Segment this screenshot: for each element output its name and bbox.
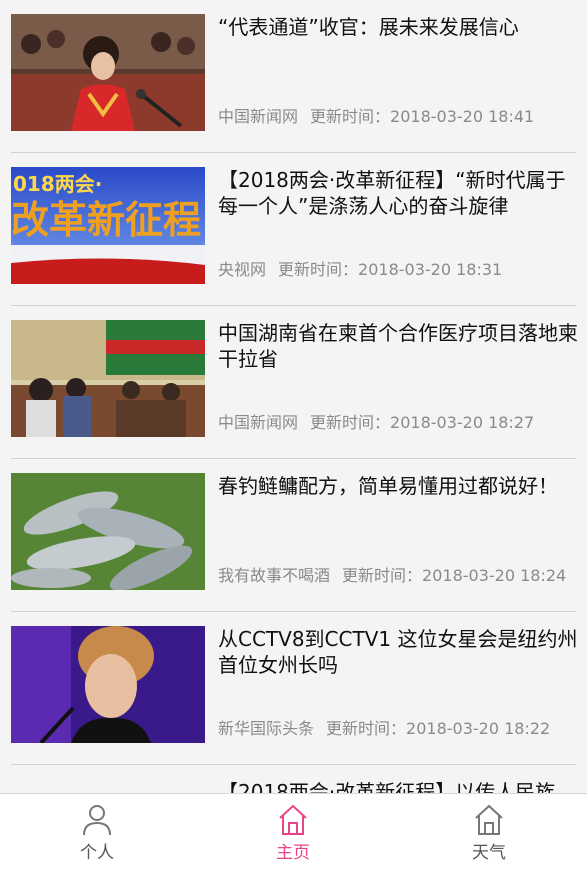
news-title[interactable]: 【2018两会·改革新征程】以传人民族 [218, 779, 578, 793]
news-meta: 我有故事不喝酒 更新时间：2018-03-20 18:24 [218, 565, 566, 587]
news-thumbnail [11, 473, 205, 590]
news-source: 央视网 [218, 260, 267, 279]
news-title[interactable]: 从CCTV8到CCTV1 这位女星会是纽约州首位女州长吗 [218, 626, 578, 678]
news-meta: 央视网 更新时间：2018-03-20 18:31 [218, 259, 502, 281]
news-item[interactable]: 从CCTV8到CCTV1 这位女星会是纽约州首位女州长吗 新华国际头条 更新时间：… [11, 612, 578, 765]
update-label: 更新时间： [342, 566, 423, 585]
tab-label: 主页 [276, 843, 310, 863]
bottom-tab-bar: 个人 主页 天气 [0, 793, 587, 871]
update-label: 更新时间： [326, 719, 407, 738]
news-item[interactable]: 【2018两会·改革新征程】以传人民族 [11, 765, 576, 793]
news-title[interactable]: 【2018两会·改革新征程】“新时代属于每一个人”是涤荡人心的奋斗旋律 [218, 167, 578, 219]
update-label: 更新时间： [278, 260, 359, 279]
news-item[interactable]: 中国湖南省在柬首个合作医疗项目落地柬干拉省 中国新闻网 更新时间：2018-03-… [11, 306, 578, 459]
thumb-text-top: 018两会· [13, 172, 102, 196]
update-label: 更新时间： [310, 107, 391, 126]
news-meta: 中国新闻网 更新时间：2018-03-20 18:27 [218, 412, 534, 434]
news-source: 中国新闻网 [218, 413, 299, 432]
news-thumbnail: 018两会· 改革新征程 [11, 167, 205, 284]
news-meta: 新华国际头条 更新时间：2018-03-20 18:22 [218, 718, 550, 740]
tab-personal[interactable]: 个人 [57, 804, 137, 863]
news-title[interactable]: 春钓鲢鳙配方，简单易懂用过都说好！ [218, 473, 578, 499]
news-item[interactable]: 018两会· 改革新征程 【2018两会·改革新征程】“新时代属于每一个人”是涤… [11, 153, 576, 306]
tab-label: 天气 [472, 843, 506, 863]
news-thumbnail [11, 626, 205, 743]
home-icon [279, 804, 307, 835]
news-thumbnail [11, 14, 205, 131]
update-time: 2018-03-20 18:31 [358, 260, 503, 279]
news-thumbnail [11, 779, 205, 793]
update-time: 2018-03-20 18:22 [406, 719, 551, 738]
news-item[interactable]: 春钓鲢鳙配方，简单易懂用过都说好！ 我有故事不喝酒 更新时间：2018-03-20… [11, 459, 576, 612]
tab-home[interactable]: 主页 [253, 804, 333, 863]
news-feed: “代表通道”收官：展未来发展信心 中国新闻网 更新时间：2018-03-20 18… [0, 0, 587, 793]
news-thumbnail [11, 320, 205, 437]
tab-weather[interactable]: 天气 [449, 804, 529, 863]
news-meta: 中国新闻网 更新时间：2018-03-20 18:41 [218, 106, 534, 128]
person-icon [83, 805, 111, 836]
news-source: 新华国际头条 [218, 719, 315, 738]
update-time: 2018-03-20 18:27 [390, 413, 535, 432]
news-source: 中国新闻网 [218, 107, 299, 126]
home-outline-icon [475, 804, 503, 835]
news-item[interactable]: “代表通道”收官：展未来发展信心 中国新闻网 更新时间：2018-03-20 18… [11, 0, 576, 153]
update-label: 更新时间： [310, 413, 391, 432]
thumb-text-main: 改革新征程 [11, 197, 201, 242]
update-time: 2018-03-20 18:24 [422, 566, 567, 585]
news-title[interactable]: 中国湖南省在柬首个合作医疗项目落地柬干拉省 [218, 320, 578, 372]
update-time: 2018-03-20 18:41 [390, 107, 535, 126]
news-source: 我有故事不喝酒 [218, 566, 331, 585]
news-title[interactable]: “代表通道”收官：展未来发展信心 [218, 14, 578, 40]
tab-label: 个人 [80, 843, 114, 863]
